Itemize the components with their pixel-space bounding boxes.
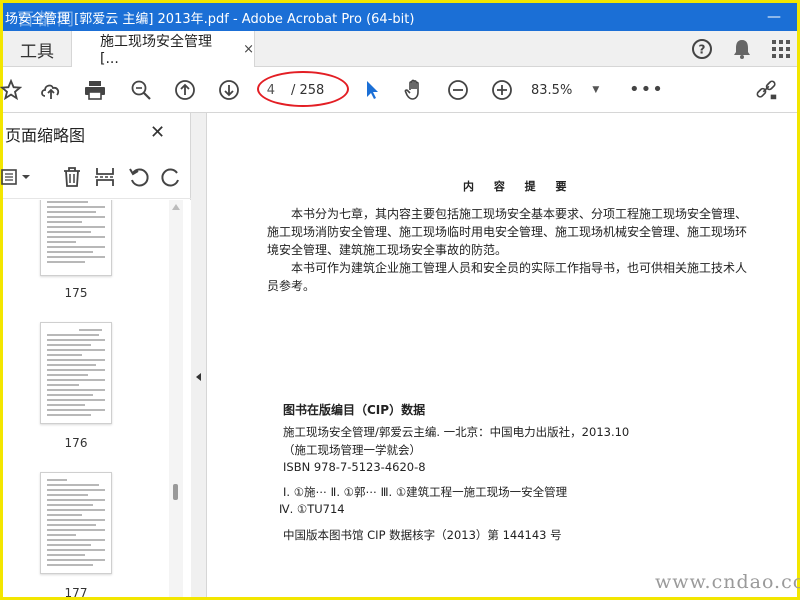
cloud-upload-icon[interactable] [39, 78, 63, 102]
zoom-out-icon[interactable] [446, 78, 470, 102]
page-thumbnail[interactable] [40, 200, 112, 276]
hand-tool-icon[interactable] [403, 78, 427, 102]
cip-line: 施工现场安全管理/郭爱云主编. 一北京：中国电力出版社，2013.10 [283, 425, 630, 439]
page-navigator: 4 / 258 [257, 71, 357, 107]
tab-document[interactable]: 施工现场安全管理 [... × [71, 31, 255, 67]
cip-line: 中国版本图书馆 CIP 数据核字（2013）第 144143 号 [283, 528, 562, 542]
svg-text:?: ? [699, 43, 706, 57]
document-paragraph: 本书可作为建筑企业施工管理人员和安全员的实际工作指导书，也可供相关施工技术人员参… [267, 261, 748, 293]
panel-header: 页面缩略图 ✕ [3, 113, 191, 155]
cip-line: （施工现场管理一学就会） [283, 443, 421, 457]
cip-line: ISBN 978-7-5123-4620-8 [283, 460, 426, 474]
previous-page-icon[interactable] [173, 78, 197, 102]
chevron-down-icon: ▼ [592, 85, 600, 95]
star-icon[interactable] [0, 78, 23, 102]
tab-close-button[interactable]: × [243, 42, 254, 57]
footer-watermark: www.cndao.com [655, 571, 800, 593]
trash-icon[interactable] [60, 165, 84, 189]
title-bar: 场安全管理 [郭爱云 主编] 2013年.pdf - Adobe Acrobat… [3, 3, 797, 31]
thumbnail-scrollbar[interactable] [169, 200, 183, 597]
page-thumbnail[interactable] [40, 322, 112, 424]
rotate-clockwise-icon[interactable] [159, 165, 183, 189]
zoom-value: 83.5% [531, 82, 573, 98]
bell-icon[interactable] [730, 37, 754, 61]
select-cursor-icon[interactable] [360, 78, 384, 102]
tab-tools[interactable]: 工具 [3, 31, 71, 67]
share-link-icon[interactable] [755, 78, 779, 102]
thumbnail-page-number: 176 [64, 436, 88, 450]
next-page-icon[interactable] [217, 78, 241, 102]
close-panel-icon[interactable]: ✕ [150, 122, 165, 143]
thumbnail-page-number: 177 [64, 586, 88, 597]
highlight-ring [257, 71, 349, 107]
rotate-counterclockwise-icon[interactable] [127, 165, 151, 189]
site-watermark: 百都网 [17, 10, 77, 30]
document-view[interactable]: 内 容 提 要 本书分为七章，其内容主要包括施工现场安全基本要求、分项工程施工现… [207, 113, 797, 597]
cip-line: Ⅳ. ①TU714 [279, 502, 345, 516]
apps-grid-icon[interactable] [769, 37, 793, 61]
document-paragraph: 本书分为七章，其内容主要包括施工现场安全基本要求、分项工程施工现场安全管理、施工… [267, 207, 748, 257]
main-toolbar: 4 / 258 83.5% ▼ ••• [0, 67, 797, 113]
cip-line: Ⅰ. ①施⋯ Ⅱ. ①郭⋯ Ⅲ. ①建筑工程一施工现场一安全管理 [283, 485, 568, 499]
scrollbar-thumb[interactable] [173, 484, 178, 500]
tab-bar: 工具 施工现场安全管理 [... × ? [3, 31, 797, 67]
thumbnail-page-number: 175 [64, 286, 88, 300]
zoom-out-search-icon[interactable] [129, 78, 153, 102]
panel-collapse-strip[interactable] [191, 113, 207, 597]
collapse-arrow-icon[interactable] [196, 373, 201, 381]
panel-title: 页面缩略图 [5, 126, 86, 145]
thumbnail-list: 175 176 177 [3, 200, 191, 597]
page-thumbnail[interactable] [40, 472, 112, 574]
panel-toolbar [0, 155, 191, 199]
thumbnails-panel: 页面缩略图 ✕ 175 176 177 [0, 113, 191, 597]
scroll-up-icon[interactable] [172, 204, 180, 210]
tab-document-label: 施工现场安全管理 [... [100, 34, 212, 67]
document-heading: 内 容 提 要 [463, 180, 575, 193]
help-icon[interactable]: ? [690, 37, 714, 61]
thumbnail-options-icon[interactable] [0, 165, 35, 189]
extract-pages-icon[interactable] [93, 165, 117, 189]
print-icon[interactable] [83, 78, 107, 102]
more-tools-icon[interactable]: ••• [629, 79, 664, 100]
cip-heading: 图书在版编目（CIP）数据 [283, 403, 426, 417]
zoom-select[interactable]: 83.5% ▼ [531, 80, 611, 100]
minimize-button[interactable]: — [759, 3, 789, 31]
zoom-in-icon[interactable] [490, 78, 514, 102]
